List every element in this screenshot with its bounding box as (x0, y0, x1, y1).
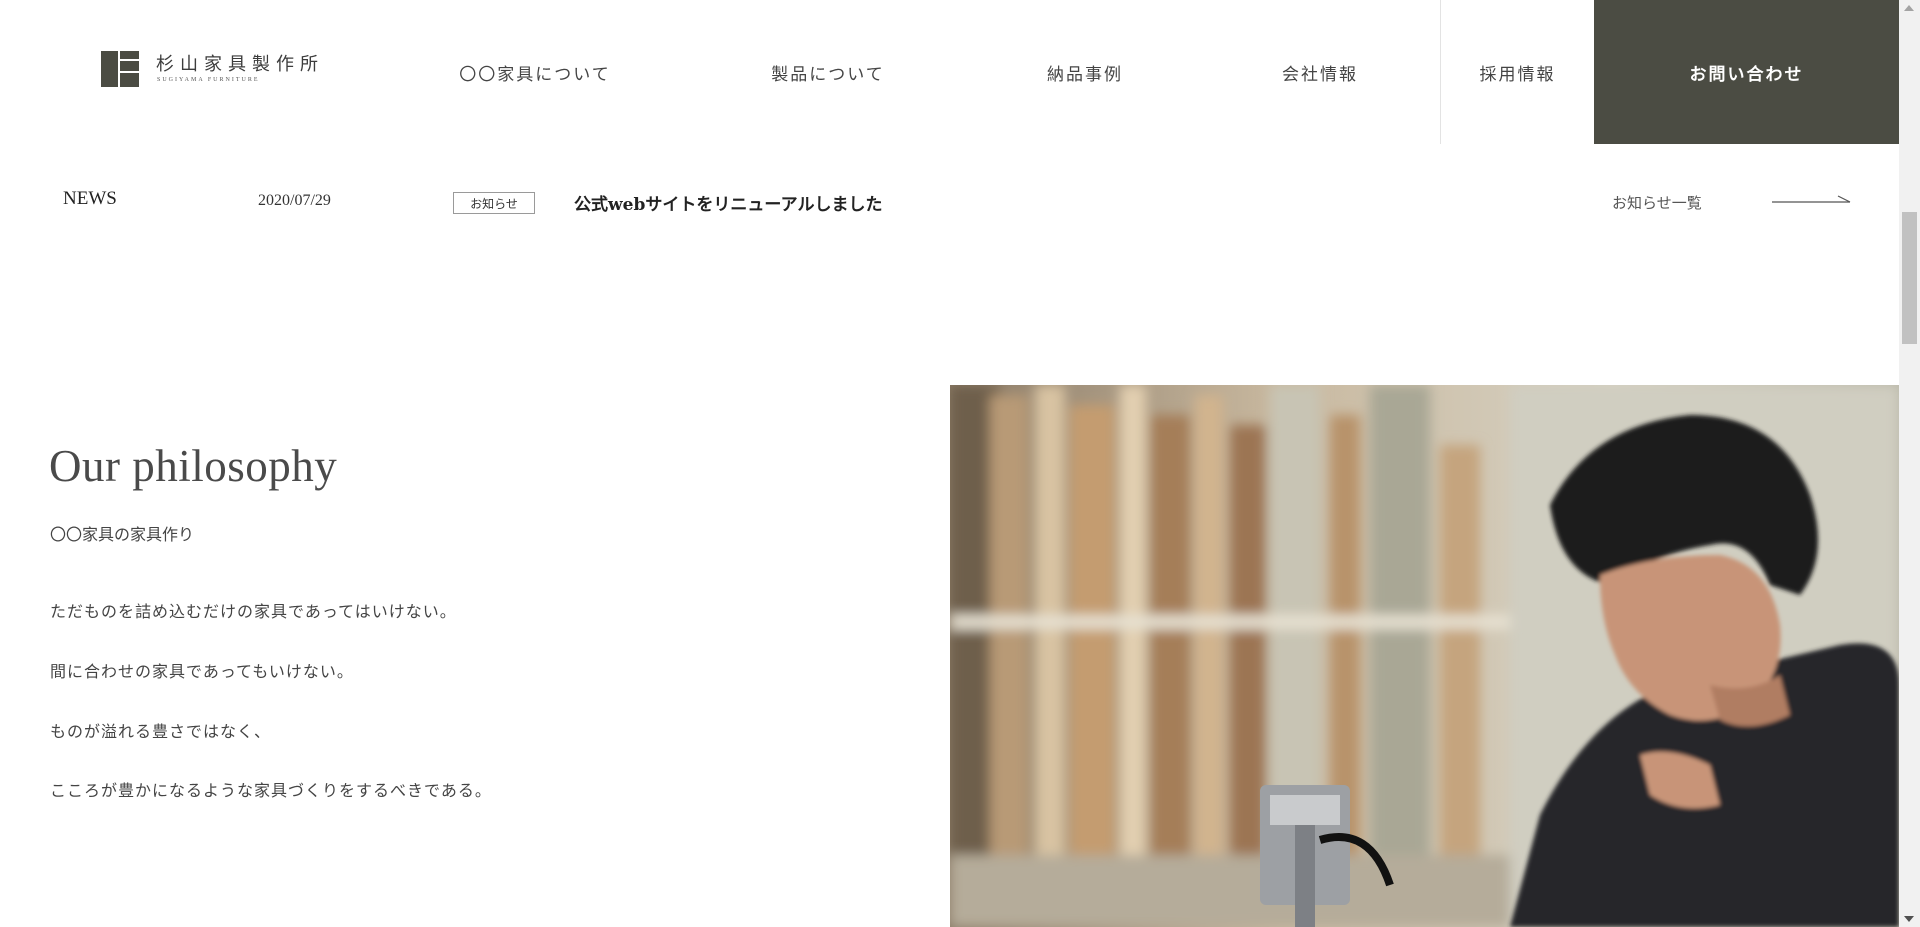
philosophy-line: 間に合わせの家具であってもいけない。 (50, 662, 354, 681)
arrow-right-icon[interactable] (1772, 194, 1852, 208)
scroll-down-arrow-icon[interactable] (1904, 916, 1914, 922)
vertical-scrollbar[interactable] (1899, 0, 1920, 927)
nav-company[interactable]: 会社情報 (1240, 0, 1400, 144)
logo-link[interactable]: 杉山家具製作所 SUGIYAMA FURNITURE (101, 51, 341, 91)
philosophy-line: ものが溢れる豊さではなく、 (50, 722, 272, 741)
site-header: 杉山家具製作所 SUGIYAMA FURNITURE 〇〇家具について 製品につ… (0, 0, 1899, 144)
page: 杉山家具製作所 SUGIYAMA FURNITURE 〇〇家具について 製品につ… (0, 0, 1899, 927)
nav-products[interactable]: 製品について (728, 0, 928, 144)
logo-subtitle: SUGIYAMA FURNITURE (157, 77, 260, 83)
scrollbar-thumb[interactable] (1902, 212, 1917, 344)
news-item-link[interactable]: 公式webサイトをリニューアルしました (574, 190, 883, 215)
scroll-up-arrow-icon[interactable] (1904, 5, 1914, 11)
news-label: NEWS (63, 188, 117, 209)
logo-name: 杉山家具製作所 (156, 54, 324, 75)
news-list-link[interactable]: お知らせ一覧 (1612, 192, 1702, 213)
philosophy-heading: Our philosophy (49, 441, 338, 491)
nav-contact-button[interactable]: お問い合わせ (1594, 0, 1899, 144)
nav-about[interactable]: 〇〇家具について (425, 0, 645, 144)
philosophy-subheading: 〇〇家具の家具作り (50, 525, 195, 544)
philosophy-line: ただものを詰め込むだけの家具であってはいけない。 (50, 602, 457, 621)
news-category-badge: お知らせ (453, 192, 535, 214)
craftsman-photo (950, 385, 1899, 927)
craftsman-photo-illustration (950, 385, 1899, 927)
philosophy-line: こころが豊かになるような家具づくりをするべきである。 (50, 781, 492, 800)
nav-cases[interactable]: 納品事例 (1005, 0, 1165, 144)
logo-mark-icon (101, 51, 139, 87)
nav-recruit[interactable]: 採用情報 (1441, 0, 1594, 144)
news-date: 2020/07/29 (258, 192, 331, 209)
